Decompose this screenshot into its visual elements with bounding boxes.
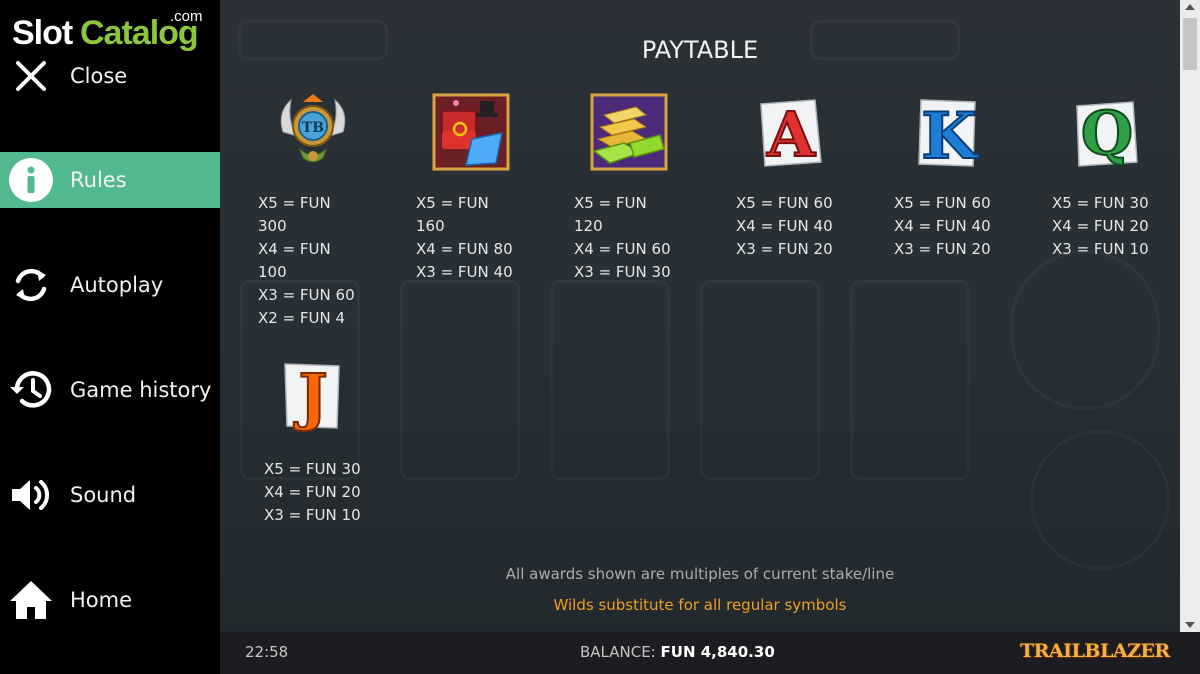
speaker-icon (8, 472, 54, 518)
payout-lines: X5 = FUN 60 X4 = FUN 40 X3 = FUN 20 (894, 192, 991, 261)
payout-line: X3 = FUN 10 (264, 506, 361, 524)
letter-q-glyph: Q (1081, 99, 1133, 169)
payout-line: X4 = FUN 80 (416, 240, 513, 258)
nav-item-autoplay[interactable]: Autoplay (0, 257, 220, 313)
payout-line: X3 = FUN 20 (894, 240, 991, 258)
payout-line: 300 (258, 217, 287, 235)
ring-box-icon (416, 82, 526, 182)
payout-line: X5 = FUN (574, 194, 647, 212)
trailblazer-emblem-icon: TB (258, 82, 368, 182)
game-history-label: Game history (70, 378, 212, 402)
payout-line: X5 = FUN (416, 194, 489, 212)
payout-line: X4 = FUN 40 (894, 217, 991, 235)
wilds-note: Wilds substitute for all regular symbols (553, 596, 847, 614)
logo-com-text: .com (170, 8, 203, 25)
clock: 22:58 (245, 643, 289, 661)
payout-line: X4 = FUN 20 (264, 483, 361, 501)
background-art (1010, 250, 1160, 410)
letter-a-glyph: A (766, 98, 816, 171)
paytable-panel: PAYTABLE TB X5 = FUN 300 X4 = FUN 100 X3… (220, 0, 1180, 632)
background-art (850, 280, 970, 480)
payout-line: X3 = FUN 20 (736, 240, 833, 258)
payout-line: X5 = FUN (258, 194, 331, 212)
payout-line: X5 = FUN 60 (894, 194, 991, 212)
payout-line: 120 (574, 217, 603, 235)
scroll-up-arrow-icon[interactable] (1185, 4, 1195, 10)
home-icon (8, 577, 54, 623)
payout-line: X3 = FUN 30 (574, 263, 671, 281)
payout-lines: X5 = FUN 30 X4 = FUN 20 X3 = FUN 10 (1052, 192, 1149, 261)
autoplay-label: Autoplay (70, 273, 164, 297)
sound-label: Sound (70, 483, 137, 507)
payout-lines: X5 = FUN 60 X4 = FUN 40 X3 = FUN 20 (736, 192, 833, 261)
close-icon (8, 53, 54, 99)
sidebar: Slot Catalog .com Close Rules Autoplay G… (0, 0, 220, 674)
payout-line: X2 = FUN 4 (258, 309, 346, 327)
letter-j-icon: J (258, 344, 368, 444)
letter-k-glyph: K (921, 99, 979, 172)
payout-line: X3 = FUN 60 (258, 286, 355, 304)
payout-lines: X5 = FUN 30 X4 = FUN 20 X3 = FUN 10 (264, 458, 361, 527)
letter-q-icon: Q (1052, 82, 1162, 182)
payout-line: 160 (416, 217, 445, 235)
balance: BALANCE: FUN 4,840.30 (580, 643, 775, 661)
background-art (400, 280, 520, 480)
gold-cash-icon (574, 82, 684, 182)
background-art (550, 280, 670, 480)
svg-text:TB: TB (302, 120, 324, 136)
background-art (1030, 430, 1170, 570)
payout-line: X5 = FUN 30 (264, 460, 361, 478)
payout-lines: X5 = FUN 300 X4 = FUN 100 X3 = FUN 60 X2… (258, 192, 355, 330)
close-label: Close (70, 64, 128, 88)
payout-line: X5 = FUN 30 (1052, 194, 1149, 212)
paytable-title: PAYTABLE (641, 36, 759, 64)
nav-item-rules[interactable]: Rules (0, 152, 220, 208)
status-bar: 22:58 BALANCE: FUN 4,840.30 TRAILBLAZER (220, 632, 1200, 674)
balance-value: FUN 4,840.30 (660, 643, 775, 661)
payout-line: X5 = FUN 60 (736, 194, 833, 212)
letter-j-glyph: J (293, 360, 327, 433)
multiples-note: All awards shown are multiples of curren… (505, 565, 895, 583)
payout-lines: X5 = FUN 160 X4 = FUN 80 X3 = FUN 40 (416, 192, 513, 284)
trailblazer-logo: TRAILBLAZER (1020, 640, 1170, 662)
scrollbar-thumb[interactable] (1183, 18, 1197, 70)
home-label: Home (70, 588, 133, 612)
payout-line: X4 = FUN 40 (736, 217, 833, 235)
payout-line: 100 (258, 263, 287, 281)
payout-line: X4 = FUN (258, 240, 331, 258)
scroll-down-arrow-icon[interactable] (1185, 622, 1195, 628)
nav-item-sound[interactable]: Sound (0, 467, 220, 523)
close-button[interactable]: Close (0, 48, 220, 104)
history-icon (8, 367, 54, 413)
payout-lines: X5 = FUN 120 X4 = FUN 60 X3 = FUN 30 (574, 192, 671, 284)
scrollbar[interactable] (1180, 0, 1200, 632)
nav-item-home[interactable]: Home (0, 572, 220, 628)
balance-label: BALANCE: (580, 643, 656, 661)
autoplay-icon (8, 262, 54, 308)
payout-line: X4 = FUN 60 (574, 240, 671, 258)
payout-line: X3 = FUN 40 (416, 263, 513, 281)
payout-line: X4 = FUN 20 (1052, 217, 1149, 235)
payout-line: X3 = FUN 10 (1052, 240, 1149, 258)
info-icon (8, 157, 54, 203)
background-art (700, 280, 820, 480)
letter-a-icon: A (736, 82, 846, 182)
letter-k-icon: K (894, 82, 1004, 182)
nav-item-game-history[interactable]: Game history (0, 362, 220, 418)
rules-label: Rules (70, 168, 127, 192)
